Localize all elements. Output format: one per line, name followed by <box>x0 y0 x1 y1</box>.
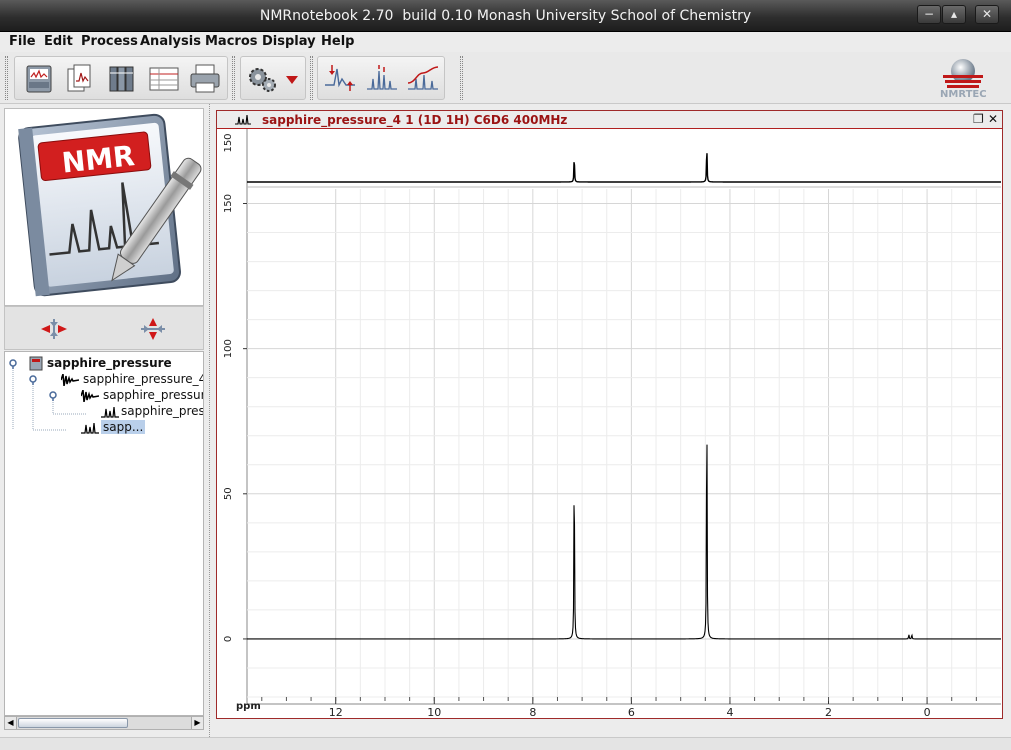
overview-y-tick-label: 150 <box>223 133 234 152</box>
y-tick-label: 0 <box>223 636 234 642</box>
window-title: NMRnotebook 2.70 build 0.10 Monash Unive… <box>259 8 752 24</box>
y-tick-label: 100 <box>223 339 234 358</box>
spectrum-icon <box>101 406 119 418</box>
tree-collapse-bar <box>4 306 204 350</box>
tree-node-label: sapphire_pressure <box>47 356 172 370</box>
library-icon[interactable] <box>105 61 141 97</box>
tree-node-selected[interactable]: sapp... <box>69 420 203 436</box>
x-tick-label: 0 <box>924 706 931 718</box>
minimize-button[interactable]: − <box>917 5 941 24</box>
toolbar-grip[interactable] <box>232 56 235 100</box>
menu-bar: File Edit Process Analysis Macros Displa… <box>0 32 1011 52</box>
tree-node[interactable]: sapphire_pressure <box>9 356 203 372</box>
restore-window-button[interactable]: ❐ <box>973 112 984 126</box>
spectrum-icon <box>81 422 99 434</box>
tree-node[interactable]: sapphire_press <box>89 404 204 420</box>
nmr-logo-icon: NMR <box>18 113 202 297</box>
collapse-vertical-icon[interactable] <box>138 316 168 342</box>
x-tick-label: 6 <box>628 706 635 718</box>
toolbar-group-settings <box>240 56 306 100</box>
scroll-left-arrow-icon[interactable]: ◀ <box>5 717 17 729</box>
overview-spectrum-trace <box>247 153 1001 183</box>
scroll-right-arrow-icon[interactable]: ▶ <box>191 717 203 729</box>
nmr-spectrum-plot[interactable]: 0 50 100 150 150 12 10 8 6 4 2 0 ppm <box>217 129 1002 718</box>
collapse-horizontal-icon[interactable] <box>39 316 69 342</box>
expand-toggle-icon[interactable] <box>49 391 59 401</box>
close-window-button[interactable]: ✕ <box>975 5 999 24</box>
nmrnotebook-app: NMRnotebook 2.70 build 0.10 Monash Unive… <box>0 0 1011 750</box>
toolbar-grip[interactable] <box>310 56 313 100</box>
y-tick-label: 150 <box>223 194 234 213</box>
settings-gears-icon[interactable] <box>244 61 280 97</box>
menu-display[interactable]: Display <box>262 34 316 49</box>
toolbar-grip[interactable] <box>5 56 8 100</box>
spectrum-icon <box>235 114 251 125</box>
toolbar: NMRTEC <box>0 52 1011 104</box>
menu-help[interactable]: Help <box>321 34 354 49</box>
toolbar-group-analysis <box>317 56 445 100</box>
tree-node-label: sapp... <box>101 420 146 434</box>
x-tick-label: 2 <box>825 706 832 718</box>
expand-toggle-icon[interactable] <box>9 359 19 369</box>
x-tick-label: 10 <box>427 706 441 718</box>
status-bar <box>0 737 1011 750</box>
menu-macros[interactable]: Macros <box>205 34 258 49</box>
nmr-notebook-logo: NMR <box>4 108 204 306</box>
x-tick-label: 4 <box>726 706 733 718</box>
spectrum-window: sapphire_pressure_4 1 (1D 1H) C6D6 400MH… <box>216 110 1003 719</box>
nmrtec-brand: NMRTEC <box>936 56 990 102</box>
left-panel: NMR sapphire_pressure sapphire_pressure_… <box>0 104 210 737</box>
menu-file[interactable]: File <box>9 34 36 49</box>
table-view-icon[interactable] <box>146 61 182 97</box>
spectrum-title: sapphire_pressure_4 1 (1D 1H) C6D6 400MH… <box>262 113 568 127</box>
toolbar-grip[interactable] <box>460 56 463 100</box>
multiplet-icon[interactable] <box>364 61 400 97</box>
spectrum-window-header: sapphire_pressure_4 1 (1D 1H) C6D6 400MH… <box>217 111 1002 129</box>
print-icon[interactable] <box>187 61 223 97</box>
x-tick-label: 12 <box>329 706 343 718</box>
y-axis-strip <box>217 129 247 718</box>
open-documents-icon[interactable] <box>63 61 99 97</box>
menu-process[interactable]: Process <box>81 34 138 49</box>
tree-horizontal-scrollbar[interactable]: ◀ ▶ <box>4 716 204 730</box>
toolbar-group-files <box>14 56 228 100</box>
fid-icon <box>81 390 99 402</box>
notebook-tree: sapphire_pressure sapphire_pressure_4 sa… <box>4 351 204 716</box>
tree-node-label: sapphire_press <box>121 404 204 418</box>
tree-node-label: sapphire_pressure_4 <box>83 372 204 386</box>
maximize-button[interactable]: ▴ <box>942 5 966 24</box>
dropdown-arrow-icon[interactable] <box>281 61 303 97</box>
notebook-icon[interactable] <box>21 61 57 97</box>
menu-analysis[interactable]: Analysis <box>140 34 201 49</box>
scroll-thumb[interactable] <box>18 718 128 728</box>
nmrtec-globe-icon <box>943 59 983 88</box>
tree-node[interactable]: sapphire_pressure_4 <box>29 372 204 388</box>
y-tick-label: 50 <box>223 487 234 500</box>
panel-splitter[interactable] <box>209 104 214 737</box>
menu-edit[interactable]: Edit <box>44 34 73 49</box>
peak-pick-icon[interactable] <box>322 61 358 97</box>
x-tick-label: 8 <box>529 706 536 718</box>
tree-node-label: sapphire_pressure <box>103 388 204 402</box>
nmrtec-label: NMRTEC <box>940 89 987 100</box>
title-bar: NMRnotebook 2.70 build 0.10 Monash Unive… <box>0 0 1011 32</box>
tree-node[interactable]: sapphire_pressure <box>49 388 204 404</box>
notebook-icon <box>29 356 43 371</box>
fid-icon <box>61 374 79 386</box>
integration-icon[interactable] <box>405 61 441 97</box>
x-axis-label: ppm <box>236 701 261 712</box>
close-spectrum-button[interactable]: ✕ <box>988 112 998 126</box>
expand-toggle-icon[interactable] <box>29 375 39 385</box>
